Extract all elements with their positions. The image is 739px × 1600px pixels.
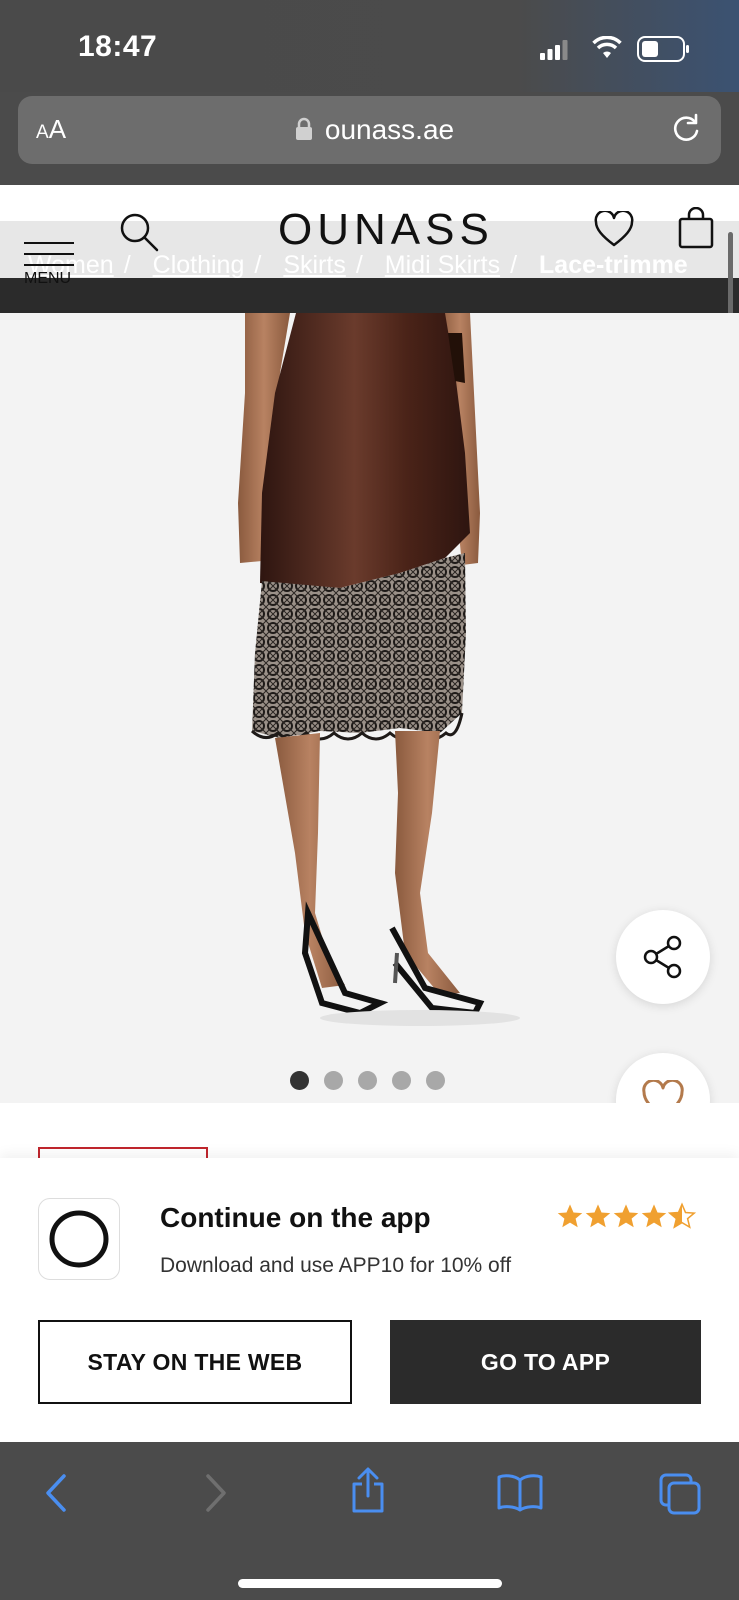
carousel-dot[interactable] xyxy=(392,1071,411,1090)
ounass-o-icon xyxy=(49,1210,109,1268)
hamburger-icon xyxy=(24,242,74,244)
banner-title: Continue on the app xyxy=(160,1202,431,1233)
menu-button[interactable]: MENU xyxy=(24,215,84,287)
browser-top-bar: AA ounass.ae xyxy=(0,92,739,185)
url-display[interactable]: ounass.ae xyxy=(18,114,721,146)
image-carousel-dots xyxy=(290,1071,445,1090)
site-header: Women / Clothing / Skirts / Midi Skirts / Lace-t… xyxy=(0,185,739,313)
breadcrumb-clothing[interactable]: Clothing xyxy=(153,251,245,279)
shopping-bag-icon[interactable] xyxy=(678,207,714,249)
hamburger-icon xyxy=(24,253,74,255)
share-icon[interactable] xyxy=(348,1466,388,1514)
address-bar[interactable]: AA ounass.ae xyxy=(18,96,721,164)
star-icon xyxy=(641,1204,667,1228)
breadcrumb-midi-skirts[interactable]: Midi Skirts xyxy=(385,251,500,279)
star-icon xyxy=(557,1204,583,1228)
forward-icon[interactable] xyxy=(200,1472,230,1514)
banner-actions: STAY ON THE WEB GO TO APP xyxy=(38,1320,701,1404)
tabs-icon[interactable] xyxy=(658,1472,702,1516)
header-dark-strip xyxy=(0,278,739,313)
bookmarks-icon[interactable] xyxy=(496,1472,544,1512)
lock-icon xyxy=(295,117,312,140)
battery-icon xyxy=(637,36,689,62)
half-star-icon xyxy=(668,1202,696,1229)
breadcrumb-skirts[interactable]: Skirts xyxy=(283,251,346,279)
browser-toolbar xyxy=(0,1442,739,1600)
breadcrumb-separator: / xyxy=(254,251,262,279)
url-text: ounass.ae xyxy=(324,114,455,145)
star-icon xyxy=(585,1204,611,1228)
signal-icon xyxy=(540,40,568,60)
ounass-logo[interactable]: OUNASS xyxy=(278,205,494,255)
carousel-dot[interactable] xyxy=(358,1071,377,1090)
status-bar: 18:47 xyxy=(0,0,739,92)
star-icon xyxy=(613,1204,639,1228)
wifi-icon xyxy=(592,36,622,58)
reload-icon[interactable] xyxy=(669,112,703,146)
share-product-button[interactable] xyxy=(616,910,710,1004)
breadcrumb-separator: / xyxy=(355,251,363,279)
breadcrumb-current: Lace-trimme xyxy=(539,251,688,279)
go-to-app-button[interactable]: GO TO APP xyxy=(390,1320,701,1404)
banner-subtitle: Download and use APP10 for 10% off xyxy=(160,1254,512,1277)
share-icon xyxy=(643,935,682,979)
carousel-dot[interactable] xyxy=(290,1071,309,1090)
wishlist-heart-icon[interactable] xyxy=(594,211,634,249)
heart-icon xyxy=(642,1080,684,1103)
carousel-dot[interactable] xyxy=(426,1071,445,1090)
status-time: 18:47 xyxy=(78,30,158,63)
search-icon[interactable] xyxy=(118,211,160,253)
back-icon[interactable] xyxy=(42,1472,72,1514)
breadcrumb-separator: / xyxy=(510,251,518,279)
breadcrumb: Women / Clothing / Skirts / Midi Skirts / Lace-t… xyxy=(28,251,688,280)
carousel-dot[interactable] xyxy=(324,1071,343,1090)
app-download-banner: Continue on the app Download and use APP… xyxy=(0,1158,739,1442)
menu-label: MENU xyxy=(24,270,72,287)
stay-on-web-button[interactable]: STAY ON THE WEB xyxy=(38,1320,352,1404)
hamburger-icon xyxy=(24,264,74,266)
app-icon xyxy=(38,1198,120,1280)
product-image-gallery[interactable] xyxy=(0,313,739,1103)
app-rating-stars xyxy=(556,1202,696,1230)
breadcrumb-separator: / xyxy=(123,251,131,279)
home-indicator[interactable] xyxy=(238,1579,502,1588)
